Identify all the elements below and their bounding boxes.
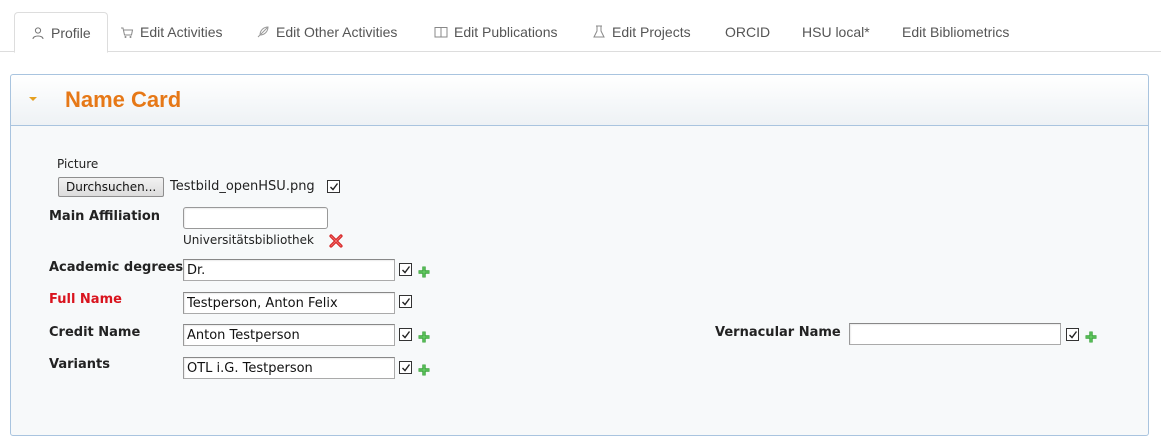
vernacular-name-checkbox[interactable] <box>1066 328 1079 341</box>
name-card-panel: Name Card Picture Durchsuchen... Testbil… <box>10 74 1149 436</box>
picture-filename: Testbild_openHSU.png <box>170 179 315 194</box>
remove-icon[interactable] <box>328 233 344 249</box>
variants-input[interactable] <box>183 357 395 379</box>
add-variant-icon[interactable] <box>417 362 431 376</box>
tab-edit-other-activities[interactable]: Edit Other Activities <box>240 12 413 52</box>
browse-button[interactable]: Durchsuchen... <box>58 177 165 197</box>
tab-label: Edit Publications <box>454 24 558 40</box>
full-name-label: Full Name <box>49 292 122 307</box>
tab-label: ORCID <box>725 24 771 40</box>
tab-label: Edit Other Activities <box>276 24 398 40</box>
tab-label: HSU local* <box>802 24 870 40</box>
vernacular-name-label: Vernacular Name <box>715 325 841 340</box>
main-affiliation-input[interactable] <box>183 207 328 229</box>
vernacular-name-input[interactable] <box>849 323 1061 345</box>
picture-checkbox[interactable] <box>327 180 340 193</box>
person-icon <box>31 26 45 40</box>
academic-degrees-input[interactable] <box>183 259 395 281</box>
add-degree-icon[interactable] <box>417 264 431 278</box>
cart-icon <box>120 25 134 39</box>
book-icon <box>434 25 448 39</box>
variants-label: Variants <box>49 357 110 372</box>
collapse-caret-icon[interactable] <box>29 97 37 101</box>
tab-hsu-local[interactable]: HSU local* <box>786 12 886 52</box>
tab-label: Edit Projects <box>612 24 691 40</box>
add-vernacular-name-icon[interactable] <box>1084 329 1098 343</box>
flask-icon <box>592 25 606 39</box>
credit-name-label: Credit Name <box>49 325 141 340</box>
add-credit-name-icon[interactable] <box>417 329 431 343</box>
academic-degrees-label: Academic degrees <box>49 260 184 275</box>
tab-edit-projects[interactable]: Edit Projects <box>576 12 707 52</box>
tab-profile[interactable]: Profile <box>14 12 108 53</box>
credit-name-checkbox[interactable] <box>399 328 412 341</box>
tab-edit-publications[interactable]: Edit Publications <box>418 12 574 52</box>
tab-edit-activities[interactable]: Edit Activities <box>104 12 238 52</box>
main-affiliation-selected: Universitätsbibliothek <box>183 233 314 247</box>
tab-bar: Profile Edit Activities Edit Other Activ… <box>0 0 1161 53</box>
academic-degrees-checkbox[interactable] <box>399 263 412 276</box>
credit-name-input[interactable] <box>183 324 395 346</box>
panel-title: Name Card <box>65 87 182 112</box>
tab-edit-bibliometrics[interactable]: Edit Bibliometrics <box>886 12 1025 52</box>
picture-label: Picture <box>57 157 99 171</box>
feather-icon <box>256 25 270 39</box>
main-affiliation-label: Main Affiliation <box>49 209 161 224</box>
full-name-input[interactable] <box>183 292 395 314</box>
tab-orcid[interactable]: ORCID <box>709 12 786 52</box>
tab-label: Edit Activities <box>140 24 223 40</box>
tab-label: Edit Bibliometrics <box>902 24 1010 40</box>
variants-checkbox[interactable] <box>399 361 412 374</box>
tab-label: Profile <box>51 24 91 41</box>
panel-header[interactable]: Name Card <box>11 75 1148 126</box>
full-name-checkbox[interactable] <box>399 295 412 308</box>
